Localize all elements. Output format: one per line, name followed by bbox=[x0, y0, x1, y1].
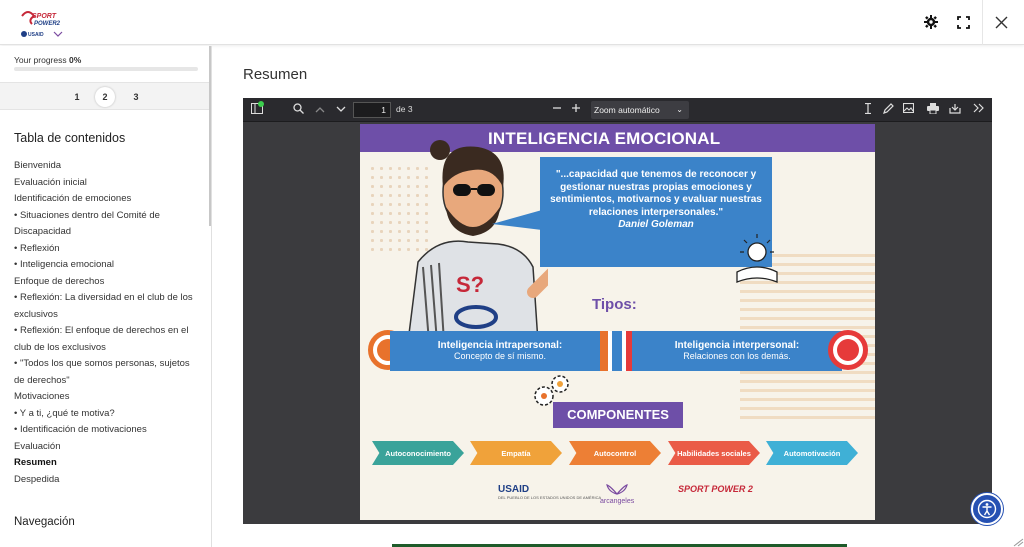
top-bar: SPORT POWER2 USAID bbox=[0, 0, 1024, 45]
component-automotivacion: Automotivación bbox=[766, 441, 858, 465]
toc-item[interactable]: Bienvenida bbox=[14, 158, 204, 175]
text-tool-icon[interactable] bbox=[861, 102, 875, 117]
toc-title: Tabla de contenidos bbox=[14, 131, 126, 145]
page-title: Resumen bbox=[243, 66, 308, 83]
download-icon[interactable] bbox=[948, 103, 962, 117]
toc-item[interactable]: Resumen bbox=[14, 455, 204, 472]
toc-item[interactable]: de derechos" bbox=[14, 373, 204, 390]
quote-text: "...capacidad que tenemos de reconocer y… bbox=[550, 169, 762, 218]
toc-item[interactable]: • Inteligencia emocional bbox=[14, 257, 204, 274]
interpersonal-circle-icon bbox=[828, 330, 868, 370]
character-illustration: S? bbox=[407, 140, 548, 342]
pager-page-1[interactable]: 1 bbox=[67, 87, 87, 107]
pager-page-3[interactable]: 3 bbox=[126, 87, 146, 107]
zoom-in-icon[interactable] bbox=[569, 103, 583, 117]
progress-label: Your progress 0% bbox=[14, 55, 82, 65]
notification-dot bbox=[258, 101, 264, 107]
image-tool-icon[interactable] bbox=[901, 102, 915, 117]
sport-power-logo: SPORT POWER2 USAID bbox=[21, 11, 63, 38]
toc-item[interactable]: Evaluación inicial bbox=[14, 175, 204, 192]
more-tools-icon[interactable] bbox=[971, 103, 985, 117]
type-intrapersonal: Inteligencia intrapersonal: Concepto de s… bbox=[390, 331, 610, 371]
component-habilidades-sociales: Habilidades sociales bbox=[668, 441, 760, 465]
page-count: de 3 bbox=[396, 104, 413, 114]
pdf-toolbar: 1 de 3 Zoom automático ⌄ bbox=[243, 98, 992, 122]
draw-tool-icon[interactable] bbox=[881, 103, 895, 117]
component-autoconocimiento: Autoconocimiento bbox=[372, 441, 464, 465]
toc-item[interactable]: • "Todos los que somos personas, sujetos bbox=[14, 356, 204, 373]
toc-item[interactable]: • Identificación de motivaciones bbox=[14, 422, 204, 439]
progress-bar bbox=[14, 67, 198, 71]
zoom-out-icon[interactable] bbox=[550, 103, 564, 117]
next-page-icon[interactable] bbox=[334, 103, 348, 117]
chevron-down-icon: ⌄ bbox=[676, 105, 683, 114]
search-icon[interactable] bbox=[291, 103, 305, 117]
type-interpersonal: Inteligencia interpersonal: Relaciones co… bbox=[632, 331, 842, 371]
pdf-page: INTELIGENCIA EMOCIONAL S? "...capacidad … bbox=[360, 124, 875, 520]
svg-text:S?: S? bbox=[456, 272, 484, 297]
close-icon[interactable] bbox=[991, 12, 1011, 32]
svg-text:SPORT: SPORT bbox=[32, 13, 57, 20]
sidebar-scrollbar[interactable] bbox=[209, 46, 211, 226]
lightbulb-book-icon bbox=[736, 234, 778, 283]
resize-handle-icon[interactable] bbox=[1012, 538, 1024, 547]
toc-item[interactable]: • Reflexión: La diversidad en el club de… bbox=[14, 290, 204, 307]
toc-item[interactable]: • Reflexión: El enfoque de derechos en e… bbox=[14, 323, 204, 340]
svg-text:POWER2: POWER2 bbox=[34, 21, 61, 27]
print-icon[interactable] bbox=[926, 103, 940, 117]
accessibility-button[interactable] bbox=[971, 493, 1003, 525]
toc-item[interactable]: • Situaciones dentro del Comité de bbox=[14, 208, 204, 225]
toc-item[interactable]: Evaluación bbox=[14, 439, 204, 456]
tipos-label: Tipos: bbox=[592, 296, 637, 313]
toc-item[interactable]: Enfoque de derechos bbox=[14, 274, 204, 291]
pdf-viewer: 1 de 3 Zoom automático ⌄ INTELIGENCIA EM… bbox=[243, 98, 992, 524]
toc-item[interactable]: exclusivos bbox=[14, 307, 204, 324]
sport-power-footer-logo: SPORT POWER 2 bbox=[678, 484, 753, 494]
gear-icon[interactable] bbox=[921, 12, 941, 32]
quote-author: Daniel Goleman bbox=[618, 219, 694, 230]
page-number-input[interactable]: 1 bbox=[353, 102, 391, 118]
toc-item[interactable]: • Y a ti, ¿qué te motiva? bbox=[14, 406, 204, 423]
previous-page-icon[interactable] bbox=[313, 103, 327, 117]
toc-item[interactable]: Discapacidad bbox=[14, 224, 204, 241]
usaid-logo: USAID DEL PUEBLO DE LOS ESTADOS UNIDOS D… bbox=[498, 484, 602, 500]
speech-bubble-tail bbox=[492, 210, 542, 230]
page-pager: 1 2 3 bbox=[0, 82, 211, 110]
accessibility-icon bbox=[977, 499, 997, 519]
sidebar: Your progress 0% 1 2 3 Tabla de contenid… bbox=[0, 46, 212, 547]
component-empatia: Empatía bbox=[470, 441, 562, 465]
toc-item[interactable]: • Reflexión bbox=[14, 241, 204, 258]
wings-icon bbox=[606, 484, 629, 495]
toc-item[interactable]: Identificación de emociones bbox=[14, 191, 204, 208]
component-autocontrol: Autocontrol bbox=[569, 441, 661, 465]
pager-page-2[interactable]: 2 bbox=[95, 87, 115, 107]
arcangeles-logo: arcangeles bbox=[600, 484, 634, 505]
navigation-title: Navegación bbox=[14, 516, 75, 528]
toc-item[interactable]: Motivaciones bbox=[14, 389, 204, 406]
table-of-contents: Bienvenida Evaluación inicial Identificaci… bbox=[14, 158, 204, 488]
topbar-divider bbox=[982, 0, 983, 45]
toc-item[interactable]: club de los exclusivos bbox=[14, 340, 204, 357]
toc-item[interactable]: Despedida bbox=[14, 472, 204, 489]
type-divider-bars bbox=[600, 331, 636, 371]
fullscreen-icon[interactable] bbox=[953, 12, 973, 32]
zoom-select[interactable]: Zoom automático ⌄ bbox=[591, 101, 689, 119]
componentes-label: COMPONENTES bbox=[553, 402, 683, 428]
svg-text:USAID: USAID bbox=[28, 32, 44, 38]
